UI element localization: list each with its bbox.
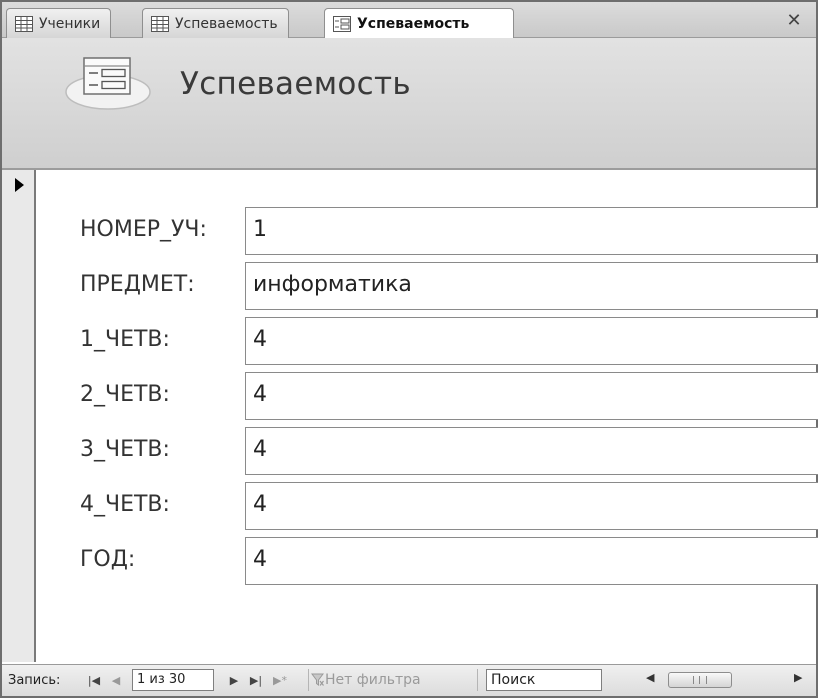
form-header: Успеваемость [2, 38, 816, 170]
filter-icon [311, 673, 324, 686]
search-input[interactable]: Поиск [486, 669, 602, 691]
table-icon [151, 15, 169, 32]
filter-label: Нет фильтра [325, 672, 421, 688]
page-title: Успеваемость [180, 66, 411, 102]
quarter-3-field[interactable]: 4 [245, 427, 818, 475]
scroll-left-icon[interactable]: ◀ [646, 671, 654, 684]
previous-record-button[interactable]: ◀ [108, 670, 124, 692]
field-label-quarter-1: 1_ЧЕТВ: [80, 327, 170, 352]
field-label-student-number: НОМЕР_УЧ: [80, 217, 207, 242]
tab-progress-form[interactable]: Успеваемость [324, 8, 514, 39]
record-selector[interactable] [2, 170, 36, 662]
field-label-quarter-2: 2_ЧЕТВ: [80, 382, 170, 407]
form-window: Ученики Успеваемость Успеваемость ✕ Успе… [0, 0, 818, 698]
quarter-2-field[interactable]: 4 [245, 372, 818, 420]
new-record-button[interactable]: ▶* [272, 670, 288, 692]
last-record-button[interactable]: ▶| [248, 670, 264, 692]
current-record-arrow-icon [15, 178, 24, 192]
tab-progress-table[interactable]: Успеваемость [142, 8, 289, 38]
grip-icon [693, 676, 707, 684]
tab-label: Успеваемость [357, 16, 470, 32]
document-tab-strip: Ученики Успеваемость Успеваемость ✕ [2, 2, 816, 39]
form-icon [65, 57, 151, 110]
next-record-button[interactable]: ▶ [226, 670, 242, 692]
tab-label: Успеваемость [175, 15, 278, 32]
filter-toggle[interactable]: Нет фильтра [308, 669, 478, 691]
student-number-field[interactable]: 1 [245, 207, 818, 255]
scroll-thumb[interactable] [668, 672, 732, 688]
record-label: Запись: [8, 673, 61, 688]
form-icon [333, 16, 351, 32]
form-detail: НОМЕР_УЧ: 1 ПРЕДМЕТ: информатика 1_ЧЕТВ:… [38, 170, 818, 662]
table-icon [15, 15, 33, 32]
year-field[interactable]: 4 [245, 537, 818, 585]
record-navigation-bar: Запись: |◀ ◀ 1 из 30 ▶ ▶| ▶* Нет фильтра… [2, 664, 816, 696]
field-label-year: ГОД: [80, 547, 136, 572]
first-record-button[interactable]: |◀ [86, 670, 102, 692]
subject-field[interactable]: информатика [245, 262, 818, 310]
horizontal-scrollbar[interactable]: ◀ ▶ [642, 670, 812, 690]
tab-label: Ученики [39, 15, 101, 32]
scroll-right-icon[interactable]: ▶ [794, 671, 802, 684]
field-label-quarter-3: 3_ЧЕТВ: [80, 437, 170, 462]
current-record-input[interactable]: 1 из 30 [132, 669, 214, 691]
quarter-1-field[interactable]: 4 [245, 317, 818, 365]
field-label-subject: ПРЕДМЕТ: [80, 272, 195, 297]
field-label-quarter-4: 4_ЧЕТВ: [80, 492, 170, 517]
tab-students[interactable]: Ученики [6, 8, 112, 38]
quarter-4-field[interactable]: 4 [245, 482, 818, 530]
close-icon[interactable]: ✕ [784, 11, 804, 31]
